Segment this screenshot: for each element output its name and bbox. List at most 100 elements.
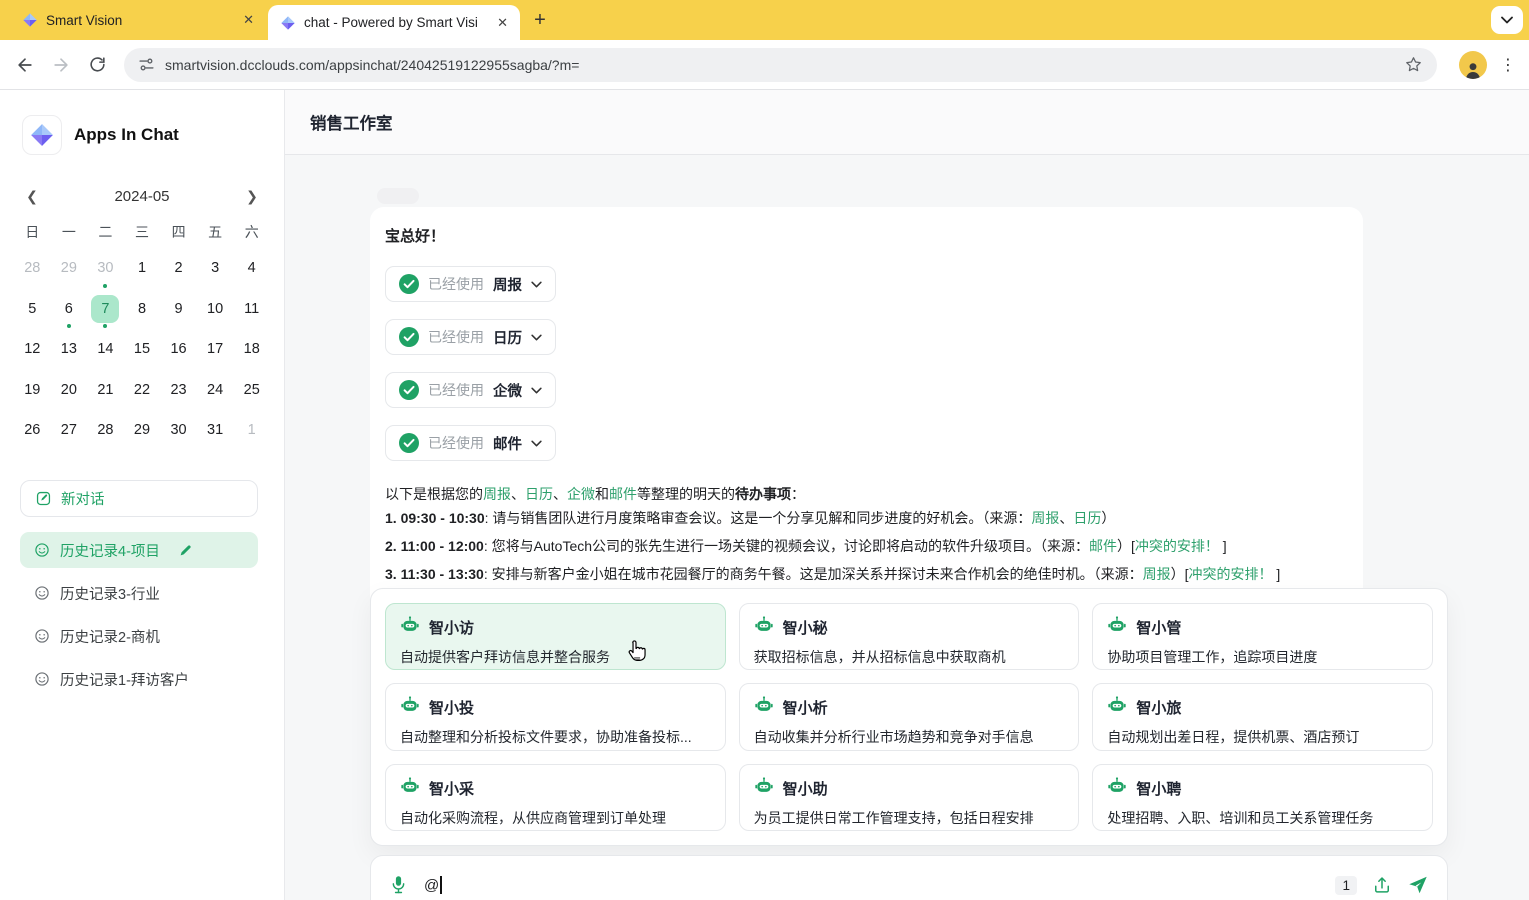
calendar-day[interactable]: 14 — [87, 329, 124, 370]
calendar-day[interactable]: 28 — [87, 410, 124, 451]
calendar-day[interactable]: 11 — [233, 289, 270, 330]
agent-card[interactable]: 智小秘 获取招标信息，并从招标信息中获取商机 — [739, 603, 1080, 670]
inline-link[interactable]: 日历 — [525, 486, 553, 502]
reload-icon[interactable] — [84, 52, 110, 78]
agent-card[interactable]: 智小助 为员工提供日常工作管理支持，包括日程安排 — [739, 764, 1080, 831]
inline-link[interactable]: 周报 — [483, 486, 511, 502]
inline-link[interactable]: 冲突的安排！ — [1189, 566, 1273, 582]
tool-used-pill[interactable]: 已经使用 周报 — [385, 266, 556, 302]
tool-used-pill[interactable]: 已经使用 日历 — [385, 319, 556, 355]
upload-icon[interactable] — [1372, 875, 1392, 895]
inline-link[interactable]: 企微 — [567, 486, 595, 502]
calendar-day[interactable]: 30 — [87, 248, 124, 289]
assistant-message-card: 宝总好！ 已经使用 周报 已经使用 日历 — [370, 207, 1363, 617]
calendar-day[interactable]: 20 — [51, 370, 88, 411]
browser-menu-icon[interactable]: ⋮ — [1499, 52, 1517, 78]
bookmark-star-icon[interactable] — [1404, 55, 1423, 74]
back-icon[interactable] — [12, 52, 38, 78]
agent-card[interactable]: 智小采 自动化采购流程，从供应商管理到订单处理 — [385, 764, 726, 831]
history-item[interactable]: 历史记录3-行业 — [20, 575, 258, 611]
calendar-day[interactable]: 8 — [124, 289, 161, 330]
calendar-day[interactable]: 9 — [160, 289, 197, 330]
todo-item: 1. 09:30 - 10:30: 请与销售团队进行月度策略审查会议。这是一个分… — [385, 504, 1348, 532]
inline-link[interactable]: 冲突的安排！ — [1135, 538, 1219, 554]
agent-card[interactable]: 智小管 协助项目管理工作，追踪项目进度 — [1092, 603, 1433, 670]
agent-card[interactable]: 智小析 自动收集并分析行业市场趋势和竞争对手信息 — [739, 683, 1080, 750]
calendar-day[interactable]: 16 — [160, 329, 197, 370]
calendar-day[interactable]: 23 — [160, 370, 197, 411]
text-segment: ] — [1273, 566, 1281, 582]
new-chat-button[interactable]: 新对话 — [20, 480, 258, 517]
inline-link[interactable]: 周报 — [1031, 510, 1059, 526]
site-settings-icon[interactable] — [138, 56, 155, 73]
calendar-day[interactable]: 12 — [14, 329, 51, 370]
new-tab-icon[interactable]: + — [528, 8, 552, 32]
history-item[interactable]: 历史记录1-拜访客户 — [20, 661, 258, 697]
chevron-down-icon — [531, 440, 542, 447]
calendar-day[interactable]: 30 — [160, 410, 197, 451]
calendar-day[interactable]: 6 — [51, 289, 88, 330]
calendar-day[interactable]: 18 — [233, 329, 270, 370]
calendar-day[interactable]: 24 — [197, 370, 234, 411]
calendar-day[interactable]: 25 — [233, 370, 270, 411]
calendar-day[interactable]: 17 — [197, 329, 234, 370]
text-segment: 和 — [595, 486, 609, 502]
agent-card[interactable]: 智小旅 自动规划出差日程，提供机票、酒店预订 — [1092, 683, 1433, 750]
text-segment: : 安排与新客户金小姐在城市花园餐厅的商务午餐。这是加深关系并探讨未来合作机会的… — [484, 566, 1143, 582]
agent-card[interactable]: 智小投 自动整理和分析投标文件要求，协助准备投标... — [385, 683, 726, 750]
calendar-day[interactable]: 13 — [51, 329, 88, 370]
chevron-down-icon — [531, 281, 542, 288]
calendar-day[interactable]: 15 — [124, 329, 161, 370]
chat-input-text[interactable]: @ — [424, 877, 439, 894]
close-icon[interactable]: ✕ — [497, 15, 508, 31]
calendar-day[interactable]: 22 — [124, 370, 161, 411]
forward-icon[interactable] — [48, 52, 74, 78]
profile-avatar[interactable] — [1459, 51, 1487, 79]
calendar-day[interactable]: 7 — [87, 289, 124, 330]
calendar-day[interactable]: 5 — [14, 289, 51, 330]
calendar-day[interactable]: 21 — [87, 370, 124, 411]
diamond-favicon — [22, 12, 38, 28]
history-item[interactable]: 历史记录2-商机 — [20, 618, 258, 654]
calendar-day[interactable]: 4 — [233, 248, 270, 289]
calendar-day[interactable]: 29 — [51, 248, 88, 289]
chat-input-bar[interactable]: @ 1 — [370, 855, 1448, 900]
inline-link[interactable]: 日历 — [1073, 510, 1101, 526]
url-bar[interactable]: smartvision.dcclouds.com/appsinchat/2404… — [124, 48, 1437, 82]
inline-link[interactable]: 周报 — [1143, 566, 1171, 582]
tool-used-pill[interactable]: 已经使用 邮件 — [385, 425, 556, 461]
calendar-next-icon[interactable]: ❯ — [244, 188, 260, 205]
agent-card[interactable]: 智小访 自动提供客户拜访信息并整合服务 — [385, 603, 726, 670]
pill-status-label: 已经使用 — [428, 274, 484, 294]
edit-pencil-icon[interactable] — [178, 543, 193, 558]
inline-link[interactable]: 邮件 — [609, 486, 637, 502]
agent-name: 智小旅 — [1136, 697, 1181, 718]
browser-tab-smart-vision[interactable]: Smart Vision ✕ — [10, 0, 266, 40]
inline-link[interactable]: 邮件 — [1089, 538, 1117, 554]
calendar-day[interactable]: 10 — [197, 289, 234, 330]
calendar-day[interactable]: 27 — [51, 410, 88, 451]
new-chat-label: 新对话 — [61, 488, 105, 509]
calendar-day[interactable]: 1 — [233, 410, 270, 451]
send-icon[interactable] — [1407, 874, 1429, 896]
text-segment: : 您将与AutoTech公司的张先生进行一场关键的视频会议，讨论即将启动的软件… — [484, 538, 1089, 554]
browser-tab-chat[interactable]: chat - Powered by Smart Visi ✕ — [268, 5, 520, 40]
agent-name: 智小投 — [429, 697, 474, 718]
calendar-day[interactable]: 2 — [160, 248, 197, 289]
mic-icon[interactable] — [389, 874, 408, 896]
calendar-prev-icon[interactable]: ❮ — [24, 188, 40, 205]
agent-card[interactable]: 智小聘 处理招聘、入职、培训和员工关系管理任务 — [1092, 764, 1433, 831]
history-item[interactable]: 历史记录4-项目 — [20, 532, 258, 568]
tab-list-chevron-icon[interactable] — [1491, 6, 1523, 34]
diamond-favicon — [280, 15, 296, 31]
calendar-day[interactable]: 31 — [197, 410, 234, 451]
close-icon[interactable]: ✕ — [243, 12, 254, 28]
calendar-day[interactable]: 19 — [14, 370, 51, 411]
calendar-day[interactable]: 26 — [14, 410, 51, 451]
calendar-day[interactable]: 3 — [197, 248, 234, 289]
calendar-day[interactable]: 1 — [124, 248, 161, 289]
tool-used-pill[interactable]: 已经使用 企微 — [385, 372, 556, 408]
calendar-header: ❮ 2024-05 ❯ — [24, 188, 260, 205]
calendar-day[interactable]: 29 — [124, 410, 161, 451]
calendar-day[interactable]: 28 — [14, 248, 51, 289]
